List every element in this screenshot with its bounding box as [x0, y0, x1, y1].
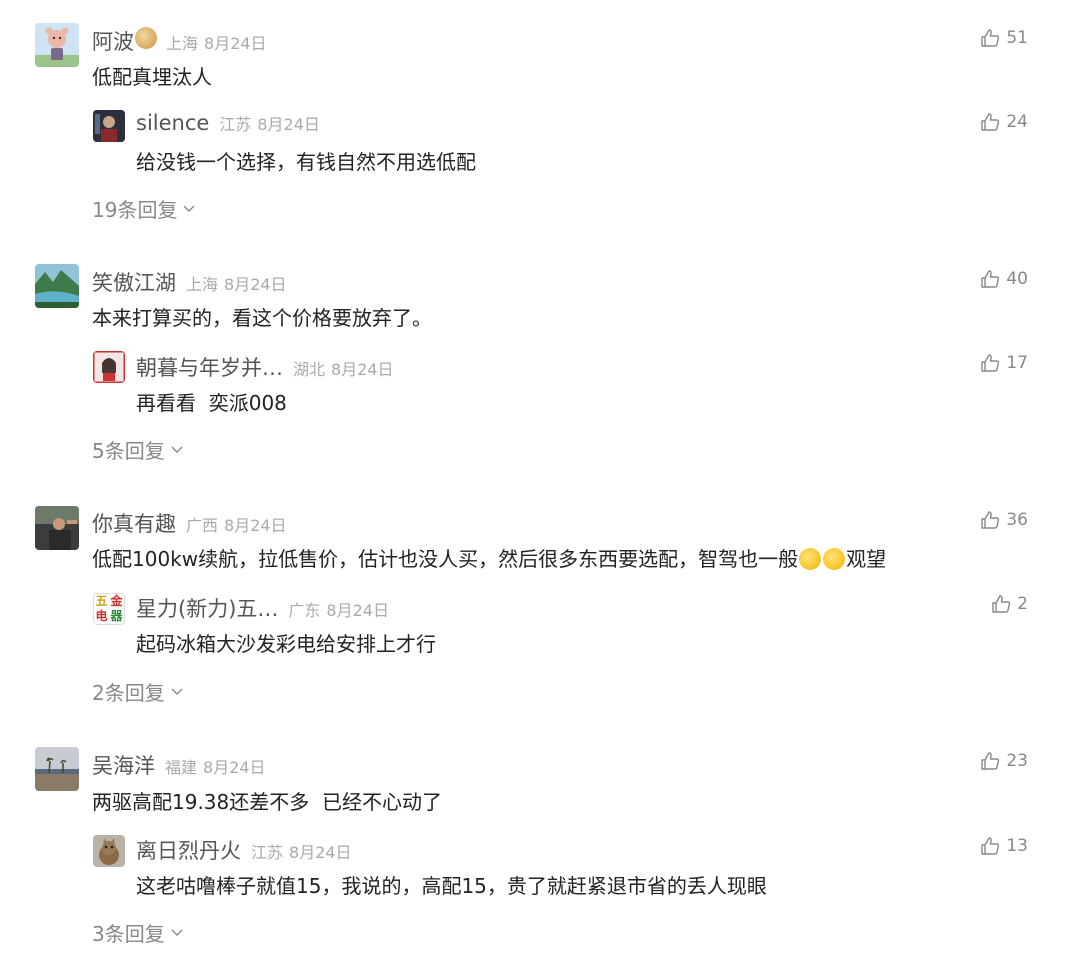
avatar-char: 电	[95, 609, 108, 623]
thumbs-up-icon	[981, 113, 1000, 131]
reply-date: 8月24日	[289, 843, 352, 862]
date: 8月24日	[224, 275, 287, 294]
reply-text: 起码冰箱大沙发彩电给安排上才行	[136, 632, 436, 656]
reply-location: 广东	[288, 601, 321, 620]
view-replies-button[interactable]: 3条回复	[92, 918, 183, 947]
view-replies-button[interactable]: 5条回复	[92, 435, 183, 464]
like-count: 40	[1006, 269, 1028, 289]
chevron-down-icon	[171, 446, 183, 453]
view-replies-button[interactable]: 19条回复	[92, 194, 195, 223]
comment-text: 低配100kw续航，拉低售价，估计也没人买，然后很多东西要选配，智驾也一般 观望	[92, 543, 886, 572]
username[interactable]: 吴海洋	[92, 750, 155, 780]
chevron-down-icon	[171, 688, 183, 695]
avatar[interactable]	[35, 747, 79, 791]
view-replies-button[interactable]: 2条回复	[92, 677, 183, 706]
username[interactable]: 笑傲江湖	[92, 267, 176, 297]
reply-like-button[interactable]: 2	[991, 594, 1028, 614]
username[interactable]: 你真有趣	[92, 508, 176, 538]
thumbs-up-icon	[981, 511, 1000, 529]
thumbs-up-icon	[992, 595, 1011, 613]
location: 福建	[165, 758, 198, 777]
like-count: 23	[1006, 751, 1028, 771]
date: 8月24日	[224, 516, 287, 535]
location: 广西	[186, 516, 219, 535]
reply-avatar[interactable]	[93, 835, 125, 867]
reply-avatar[interactable]: 五 金 电 器	[93, 593, 125, 625]
reply-avatar[interactable]	[93, 351, 125, 383]
like-count: 17	[1006, 353, 1028, 373]
thumbs-up-icon	[981, 752, 1000, 770]
comment-text: 低配真埋汰人	[92, 65, 212, 89]
view-replies-label: 3条回复	[92, 922, 165, 946]
laugh-cry-emoji-icon	[799, 548, 822, 570]
chevron-down-icon	[183, 205, 195, 212]
username[interactable]: 阿波	[92, 26, 134, 56]
like-count: 24	[1006, 112, 1028, 132]
comment-text-part: 观望	[846, 547, 887, 571]
reply-location: 江苏	[251, 843, 284, 862]
avatar-char: 五	[95, 594, 108, 608]
like-button[interactable]: 40	[980, 269, 1028, 289]
avatar-char: 金	[110, 594, 123, 608]
thumbs-up-icon	[981, 837, 1000, 855]
reply-username[interactable]: 朝暮与年岁并…	[136, 352, 283, 382]
reply-location: 江苏	[219, 115, 252, 134]
reply-date: 8月24日	[331, 360, 394, 379]
reply-username[interactable]: 星力(新力)五…	[136, 593, 278, 623]
reply-text: 再看看 奕派008	[136, 391, 287, 415]
reply-like-button[interactable]: 24	[980, 112, 1028, 132]
date: 8月24日	[204, 34, 267, 53]
like-button[interactable]: 36	[980, 510, 1028, 530]
like-button[interactable]: 51	[980, 28, 1028, 48]
date: 8月24日	[203, 758, 266, 777]
comment-text: 两驱高配19.38还差不多 已经不心动了	[92, 790, 442, 814]
comment-text-part: 低配100kw续航，拉低售价，估计也没人买，然后很多东西要选配，智驾也一般	[92, 547, 799, 571]
avatar[interactable]	[35, 264, 79, 308]
location: 上海	[186, 275, 219, 294]
like-count: 36	[1006, 510, 1028, 530]
location: 上海	[166, 34, 199, 53]
reply-avatar[interactable]	[93, 110, 125, 142]
reply-text: 给没钱一个选择，有钱自然不用选低配	[136, 150, 476, 174]
like-count: 2	[1017, 594, 1028, 614]
avatar[interactable]	[35, 23, 79, 67]
like-count: 51	[1006, 28, 1028, 48]
reply-like-button[interactable]: 13	[980, 836, 1028, 856]
thumbs-up-icon	[981, 354, 1000, 372]
reply-username[interactable]: 离日烈丹火	[136, 835, 241, 865]
reply-date: 8月24日	[257, 115, 320, 134]
laugh-cry-emoji-icon	[823, 548, 846, 570]
view-replies-label: 5条回复	[92, 439, 165, 463]
view-replies-label: 19条回复	[92, 198, 178, 222]
reply-username[interactable]: silence	[136, 111, 209, 135]
like-button[interactable]: 23	[980, 751, 1028, 771]
avatar-char: 器	[110, 609, 123, 623]
thumbs-up-icon	[981, 270, 1000, 288]
badge-emoji-icon	[135, 27, 157, 49]
thumbs-up-icon	[981, 29, 1000, 47]
avatar[interactable]	[35, 506, 79, 550]
view-replies-label: 2条回复	[92, 681, 165, 705]
chevron-down-icon	[171, 929, 183, 936]
reply-text: 这老咕噜棒子就值15，我说的，高配15，贵了就赶紧退市省的丢人现眼	[136, 874, 767, 898]
reply-location: 湖北	[293, 360, 326, 379]
reply-date: 8月24日	[326, 601, 389, 620]
reply-like-button[interactable]: 17	[980, 353, 1028, 373]
comment-text: 本来打算买的，看这个价格要放弃了。	[92, 306, 432, 330]
like-count: 13	[1006, 836, 1028, 856]
